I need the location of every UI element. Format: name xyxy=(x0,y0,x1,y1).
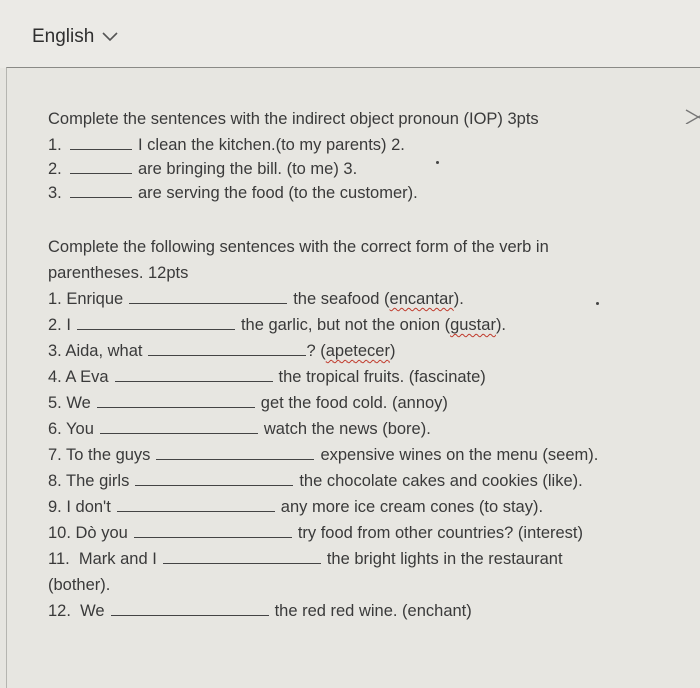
item-prefix: 4. A Eva xyxy=(48,368,109,386)
list-item: 1. Enrique the seafood (encantar). xyxy=(48,286,628,312)
suffix-text: the garlic, but not the onion xyxy=(240,316,445,334)
item-suffix: any more ice cream cones (to stay). xyxy=(280,498,544,516)
section-iop: Complete the sentences with the indirect… xyxy=(48,106,628,204)
top-bar: English xyxy=(0,0,700,68)
answer-blank[interactable] xyxy=(96,393,255,408)
item-suffix: expensive wines on the menu (seem). xyxy=(320,446,599,464)
item-prefix: 9. I don't xyxy=(48,498,111,516)
chevron-down-icon xyxy=(102,32,118,42)
item-text: I clean the kitchen.(to my parents) 2. xyxy=(138,136,405,154)
item-number: 2. xyxy=(48,160,62,178)
suffix-end: ) xyxy=(389,342,396,360)
item-prefix: 10. Dò you xyxy=(48,524,128,542)
stray-mark xyxy=(596,302,599,305)
item-text: are serving the food (to the customer). xyxy=(138,184,418,202)
item-suffix: the red red wine. (enchant) xyxy=(274,602,472,620)
suffix-end: ). xyxy=(495,316,507,334)
title-line: parentheses. 12pts xyxy=(48,264,189,282)
item-prefix: (bother). xyxy=(48,576,111,594)
list-item: 4. A Eva the tropical fruits. (fascinate… xyxy=(48,364,628,390)
answer-blank[interactable] xyxy=(116,497,275,512)
answer-blank[interactable] xyxy=(110,601,269,616)
list-item: 11. Mark and I the bright lights in the … xyxy=(48,546,628,572)
item-prefix: 3. Aida, what xyxy=(48,342,143,360)
list-item: 8. The girls the chocolate cakes and coo… xyxy=(48,468,628,494)
list-item: 10. Dò you try food from other countries… xyxy=(48,520,628,546)
item-suffix: the chocolate cakes and cookies (like). xyxy=(299,472,583,490)
answer-blank[interactable] xyxy=(76,315,235,330)
list-item: 2. are bringing the bill. (to me) 3. xyxy=(48,156,628,180)
answer-blank[interactable] xyxy=(114,367,273,382)
list-item: 9. I don't any more ice cream cones (to … xyxy=(48,494,628,520)
answer-blank[interactable] xyxy=(162,549,321,564)
item-prefix: 12. We xyxy=(48,602,105,620)
list-item: 3. Aida, what ? (apetecer) xyxy=(48,338,628,364)
item-text: are bringing the bill. (to me) 3. xyxy=(138,160,358,178)
verb-word: apetecer xyxy=(325,342,390,360)
list-item: 3. are serving the food (to the customer… xyxy=(48,180,628,204)
list-item: 12. We the red red wine. (enchant) xyxy=(48,598,628,624)
answer-blank[interactable] xyxy=(135,471,294,486)
item-prefix: 1. Enrique xyxy=(48,290,124,308)
item-prefix: 11. Mark and I xyxy=(48,550,157,568)
item-prefix: 2. I xyxy=(48,316,71,334)
item-prefix: 6. You xyxy=(48,420,94,438)
item-prefix: 5. We xyxy=(48,394,91,412)
answer-blank[interactable] xyxy=(70,183,132,198)
verb-word: gustar xyxy=(450,316,496,334)
item-prefix: 7. To the guys xyxy=(48,446,151,464)
answer-blank[interactable] xyxy=(129,289,288,304)
suffix-text: ? xyxy=(306,342,321,360)
item-suffix: the seafood (encantar). xyxy=(293,290,464,308)
verb-word: encantar xyxy=(389,290,454,308)
item-suffix: ? (apetecer) xyxy=(306,342,396,360)
section-iop-title: Complete the sentences with the indirect… xyxy=(48,110,539,128)
answer-blank[interactable] xyxy=(133,523,292,538)
stray-mark xyxy=(436,161,439,164)
list-item: 2. I the garlic, but not the onion (gust… xyxy=(48,312,628,338)
answer-blank[interactable] xyxy=(70,135,132,150)
list-item-continuation: (bother). xyxy=(48,572,628,598)
answer-blank[interactable] xyxy=(156,445,315,460)
answer-blank[interactable] xyxy=(99,419,258,434)
language-label: English xyxy=(32,26,95,47)
item-number: 3. xyxy=(48,184,62,202)
item-suffix: the garlic, but not the onion (gustar). xyxy=(240,316,507,334)
language-selector[interactable]: English xyxy=(32,26,118,48)
item-suffix: try food from other countries? (interest… xyxy=(297,524,584,542)
answer-blank[interactable] xyxy=(148,341,307,356)
item-suffix: the bright lights in the restaurant xyxy=(326,550,563,568)
section-verbs-title: Complete the following sentences with th… xyxy=(48,234,628,286)
list-item: 7. To the guys expensive wines on the me… xyxy=(48,442,628,468)
answer-blank[interactable] xyxy=(70,159,132,174)
suffix-text: the seafood xyxy=(293,290,385,308)
item-suffix: the tropical fruits. (fascinate) xyxy=(278,368,486,386)
list-item: 6. You watch the news (bore). xyxy=(48,416,628,442)
item-suffix: watch the news (bore). xyxy=(263,420,431,438)
question-content: Complete the sentences with the indirect… xyxy=(48,106,628,624)
close-icon[interactable] xyxy=(684,108,700,124)
list-item: 5. We get the food cold. (annoy) xyxy=(48,390,628,416)
list-item: 1. I clean the kitchen.(to my parents) 2… xyxy=(48,132,628,156)
section-verbs: Complete the following sentences with th… xyxy=(48,234,628,624)
suffix-end: ). xyxy=(453,290,464,308)
item-number: 1. xyxy=(48,136,62,154)
item-suffix: get the food cold. (annoy) xyxy=(260,394,448,412)
title-line: Complete the following sentences with th… xyxy=(48,238,549,256)
item-prefix: 8. The girls xyxy=(48,472,130,490)
